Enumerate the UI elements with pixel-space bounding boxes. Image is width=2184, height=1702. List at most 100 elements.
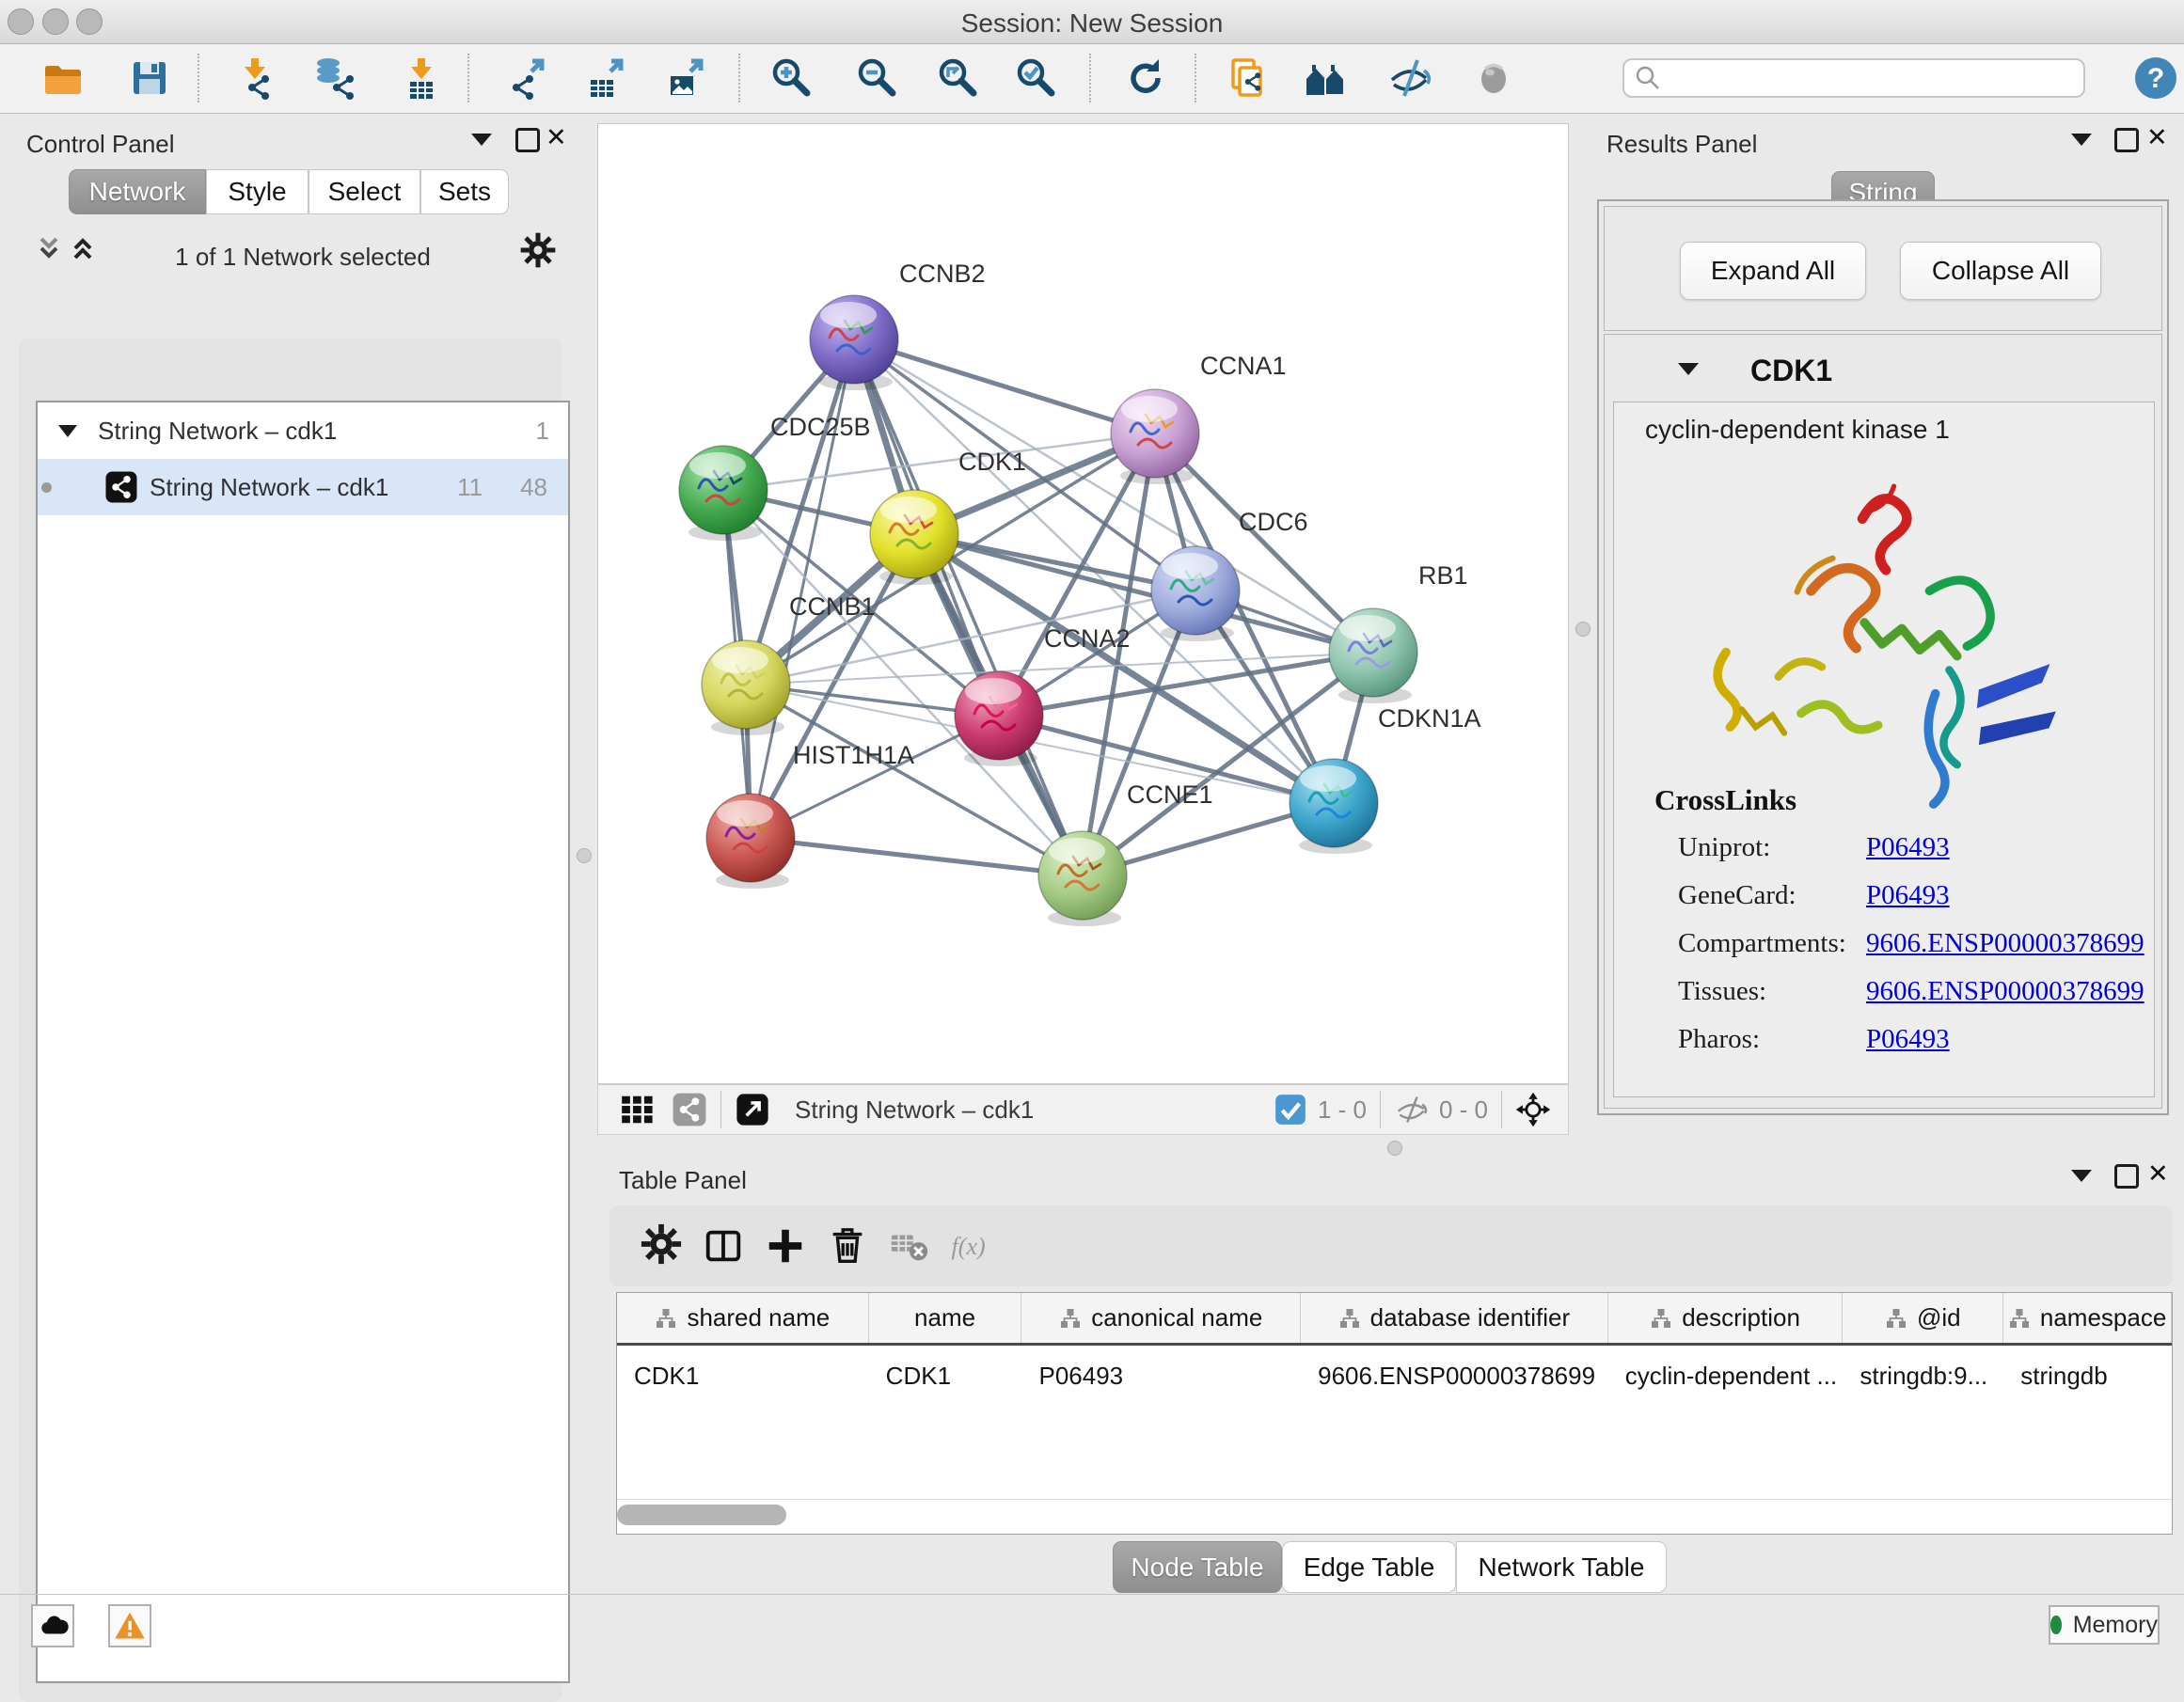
warning-icon bbox=[113, 1609, 147, 1643]
status-bar: Memory bbox=[0, 1594, 2184, 1650]
crosslink-value-link[interactable]: 9606.ENSP00000378699 bbox=[1866, 928, 2144, 959]
hidden-eye-icon[interactable] bbox=[1394, 1092, 1430, 1127]
network-node-HIST1H1A[interactable] bbox=[706, 794, 795, 889]
column-header-database-identifier[interactable]: database identifier bbox=[1301, 1293, 1608, 1343]
zoom-out-icon[interactable] bbox=[850, 52, 903, 104]
table-cell: cyclin-dependent ... bbox=[1608, 1346, 1844, 1406]
network-node-CDK1[interactable] bbox=[870, 490, 958, 585]
table-panel-close-icon[interactable]: ✕ bbox=[2147, 1164, 2169, 1183]
network-node-CDC25B[interactable] bbox=[679, 446, 768, 541]
columns-icon[interactable] bbox=[692, 1220, 754, 1272]
tab-edge-table[interactable]: Edge Table bbox=[1282, 1541, 1456, 1593]
selected-checkbox-icon[interactable] bbox=[1273, 1092, 1308, 1127]
export-network-icon[interactable] bbox=[502, 52, 555, 104]
network-edge[interactable] bbox=[854, 339, 1155, 433]
detach-view-icon[interactable] bbox=[735, 1092, 770, 1127]
node-label-CDKN1A: CDKN1A bbox=[1378, 704, 1481, 733]
network-canvas[interactable]: CCNB2 CCNA1 CDC25B CDK1 bbox=[597, 123, 1569, 1084]
crosslink-value-link[interactable]: P06493 bbox=[1866, 832, 1950, 863]
first-neighbors-icon[interactable] bbox=[1299, 52, 1352, 104]
import-table-icon[interactable] bbox=[395, 52, 448, 104]
column-header-name[interactable]: name bbox=[869, 1293, 1022, 1343]
control-panel-float-icon[interactable] bbox=[515, 128, 540, 152]
warning-status-button[interactable] bbox=[108, 1604, 151, 1647]
help-button[interactable]: ? bbox=[2134, 56, 2177, 104]
add-column-icon[interactable] bbox=[754, 1220, 816, 1272]
tab-network[interactable]: Network bbox=[69, 169, 206, 214]
entry-description: cyclin-dependent kinase 1 bbox=[1645, 415, 1950, 445]
network-node-CCNB1[interactable] bbox=[702, 640, 790, 735]
tab-node-table[interactable]: Node Table bbox=[1113, 1541, 1282, 1593]
column-header-description[interactable]: description bbox=[1608, 1293, 1844, 1343]
crosslink-value-link[interactable]: 9606.ENSP00000378699 bbox=[1866, 976, 2144, 1007]
results-panel-float-icon[interactable] bbox=[2114, 128, 2139, 152]
hide-selected-icon[interactable] bbox=[1384, 52, 1436, 104]
birdseye-crosshair-icon[interactable] bbox=[1515, 1092, 1551, 1127]
control-panel-title: Control Panel bbox=[26, 130, 175, 159]
import-network-icon[interactable] bbox=[229, 52, 281, 104]
right-splitter-handle[interactable] bbox=[1575, 622, 1591, 637]
table-gear-icon[interactable] bbox=[630, 1220, 692, 1272]
table-horizontal-scrollbar[interactable] bbox=[617, 1505, 786, 1525]
results-panel-menu-icon[interactable] bbox=[2071, 134, 2092, 146]
network-list: String Network – cdk1 1 String Network –… bbox=[36, 401, 570, 1683]
save-session-icon[interactable] bbox=[123, 52, 176, 104]
open-session-icon[interactable] bbox=[38, 52, 90, 104]
collapse-all-icon[interactable] bbox=[32, 231, 66, 270]
table-row[interactable]: CDK1CDK1P064939606.ENSP00000378699cyclin… bbox=[617, 1346, 2172, 1406]
crosslink-value-link[interactable]: P06493 bbox=[1866, 880, 1950, 911]
selected-counter: 1 - 0 bbox=[1318, 1095, 1367, 1125]
collapse-all-button[interactable]: Collapse All bbox=[1900, 242, 2101, 300]
crosslink-row: Pharos: P06493 bbox=[1614, 1016, 2156, 1064]
refresh-icon[interactable] bbox=[1119, 52, 1172, 104]
expand-all-icon[interactable] bbox=[66, 231, 100, 270]
clone-network-icon[interactable] bbox=[1221, 52, 1274, 104]
export-table-icon[interactable] bbox=[581, 52, 634, 104]
left-splitter-handle[interactable] bbox=[577, 848, 592, 863]
network-node-RB1[interactable] bbox=[1329, 608, 1417, 703]
tab-style[interactable]: Style bbox=[206, 169, 309, 214]
memory-label: Memory bbox=[2073, 1612, 2158, 1639]
expand-all-button[interactable]: Expand All bbox=[1680, 242, 1866, 300]
delete-table-icon[interactable] bbox=[878, 1220, 941, 1272]
control-panel-close-icon[interactable]: ✕ bbox=[546, 128, 567, 147]
entry-collapse-icon[interactable] bbox=[1678, 363, 1699, 375]
zoom-in-icon[interactable] bbox=[765, 52, 817, 104]
cloud-status-button[interactable] bbox=[31, 1604, 74, 1647]
control-panel-menu-icon[interactable] bbox=[471, 134, 492, 146]
network-node-CCNA1[interactable] bbox=[1111, 389, 1199, 484]
crosslink-value-link[interactable]: P06493 bbox=[1866, 1024, 1950, 1055]
network-node-CCNE1[interactable] bbox=[1038, 831, 1127, 926]
tab-network-table[interactable]: Network Table bbox=[1456, 1541, 1667, 1593]
network-node-CDC6[interactable] bbox=[1151, 546, 1240, 641]
column-header--id[interactable]: @id bbox=[1843, 1293, 2003, 1343]
show-all-icon[interactable] bbox=[1467, 52, 1520, 104]
zoom-fit-icon[interactable] bbox=[931, 52, 984, 104]
grid-view-icon[interactable] bbox=[619, 1092, 655, 1127]
network-edge[interactable] bbox=[854, 339, 1083, 875]
column-header-canonical-name[interactable]: canonical name bbox=[1021, 1293, 1301, 1343]
zoom-selected-icon[interactable] bbox=[1009, 52, 1062, 104]
search-input[interactable] bbox=[1622, 58, 2085, 98]
results-panel-close-icon[interactable]: ✕ bbox=[2146, 128, 2168, 147]
export-image-icon[interactable] bbox=[661, 52, 714, 104]
memory-button[interactable]: Memory bbox=[2049, 1605, 2160, 1645]
column-header-shared-name[interactable]: shared name bbox=[617, 1293, 869, 1343]
delete-trash-icon[interactable] bbox=[816, 1220, 878, 1272]
tab-select[interactable]: Select bbox=[309, 169, 420, 214]
bottom-splitter-handle[interactable] bbox=[1387, 1141, 1402, 1156]
column-header-namespace[interactable]: namespace bbox=[2003, 1293, 2172, 1343]
network-share-icon[interactable] bbox=[672, 1092, 707, 1127]
crosslink-label: Tissues: bbox=[1678, 976, 1866, 1007]
network-options-gear-icon[interactable] bbox=[519, 231, 557, 274]
network-node-CDKN1A[interactable] bbox=[1290, 759, 1378, 854]
network-graph[interactable]: CCNB2 CCNA1 CDC25B CDK1 bbox=[598, 124, 1568, 1083]
table-panel-menu-icon[interactable] bbox=[2071, 1170, 2092, 1182]
tree-expand-icon[interactable] bbox=[58, 425, 77, 437]
network-edge[interactable] bbox=[751, 838, 1083, 875]
network-row-selected[interactable]: String Network – cdk1 11 48 bbox=[38, 459, 568, 515]
table-panel-float-icon[interactable] bbox=[2114, 1164, 2139, 1189]
tab-sets[interactable]: Sets bbox=[420, 169, 509, 214]
import-database-icon[interactable] bbox=[308, 52, 360, 104]
network-collection-row[interactable]: String Network – cdk1 1 bbox=[38, 402, 568, 459]
